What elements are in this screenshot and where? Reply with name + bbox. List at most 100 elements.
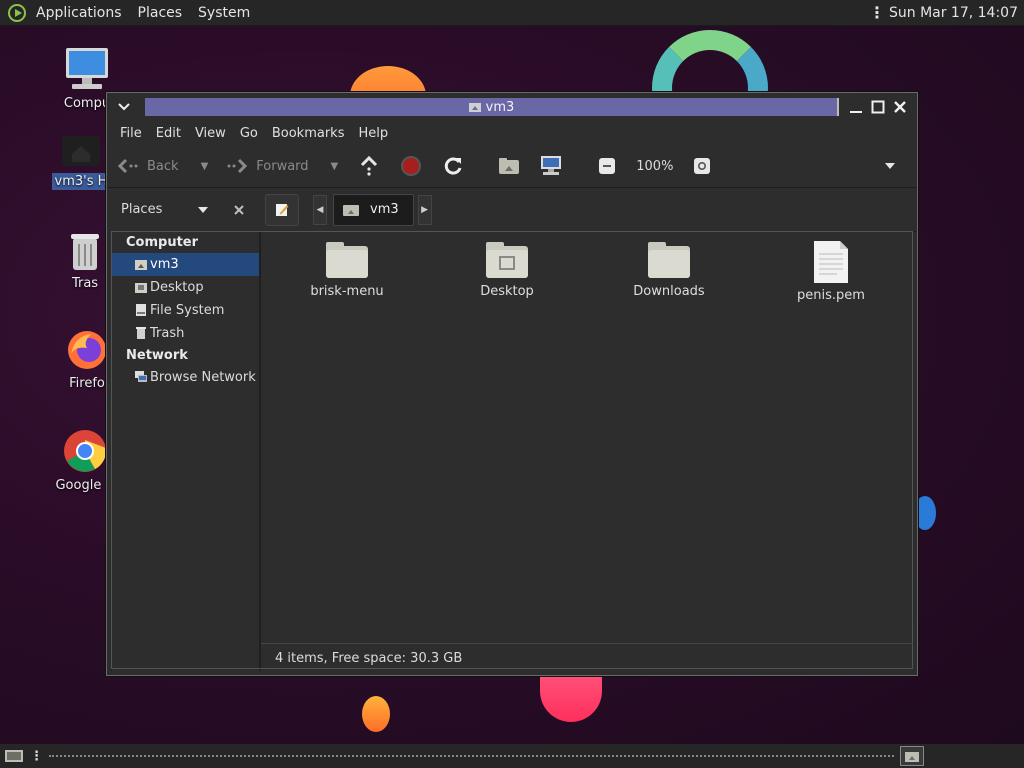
panel-clock[interactable]: Sun Mar 17, 14:07 [889,5,1018,21]
file-item-brisk-menu[interactable]: brisk-menu [277,232,417,299]
zoom-out-button[interactable] [594,153,620,179]
file-item-desktop[interactable]: Desktop [437,232,577,299]
window-menu-button[interactable] [113,96,135,118]
window-titlebar[interactable]: vm3 [107,93,917,121]
sidebar-section-computer: Computer [126,235,199,250]
taskbar-area[interactable] [49,755,894,757]
file-item-downloads[interactable]: Downloads [599,232,739,299]
close-icon[interactable] [233,204,245,216]
location-bar: Places ◀ vm3 ▶ [107,187,917,231]
computer-icon [66,48,108,89]
window-title-area[interactable]: vm3 [145,98,839,116]
file-view[interactable]: brisk-menu Desktop Downloads penis.pem [261,231,917,671]
home-icon [468,103,481,112]
firefox-icon [68,331,106,369]
menu-file[interactable]: File [113,126,149,141]
back-arrow-icon [117,158,138,174]
toolbar-overflow-button[interactable] [877,153,903,179]
reload-icon [445,157,462,175]
toggle-location-entry-button[interactable] [265,193,299,226]
chrome-icon [64,430,107,472]
sidebar-item-vm3[interactable]: vm3 [112,253,259,276]
toolbar: Back ▼ Forward ▼ 100% [107,145,917,187]
zoom-out-icon [599,158,616,174]
zoom-level: 100% [636,158,674,174]
up-arrow-icon [361,155,378,176]
sidebar-item-label: File System [150,302,225,318]
reload-button[interactable] [440,153,466,179]
panel-handle-icon[interactable]: ⋮ [869,3,885,22]
window-title: vm3 [485,99,515,115]
zoom-in-icon [694,158,711,174]
minimize-icon [850,111,862,113]
breadcrumb-scroll-left[interactable]: ◀ [313,194,327,225]
forward-arrow-icon [227,158,248,174]
up-button[interactable] [356,153,382,179]
menubar: File Edit View Go Bookmarks Help [107,121,917,145]
show-desktop-icon[interactable] [4,748,24,764]
back-label: Back [147,158,179,174]
sidebar-item-label: Browse Network [150,369,256,385]
sidebar-item-trash[interactable]: Trash [112,322,259,345]
file-name: penis.pem [797,288,865,303]
taskbar-window-button[interactable] [900,746,924,766]
menu-help[interactable]: Help [351,126,395,141]
chevron-down-icon[interactable] [197,206,209,214]
back-button[interactable]: Back [117,158,179,174]
drive-icon [136,304,146,316]
home-button[interactable] [496,153,522,179]
file-name: Downloads [633,284,705,299]
home-folder-icon [62,136,100,166]
computer-icon [541,156,562,175]
back-history-dropdown[interactable]: ▼ [201,161,209,172]
places-sidebar: Computer vm3 Desktop File System Trash N… [111,231,261,671]
top-panel: Applications Places System ⋮ Sun Mar 17,… [0,0,1024,26]
panel-menu-applications[interactable]: Applications [28,5,130,21]
home-folder-icon [499,158,520,174]
file-manager-window: vm3 File Edit View Go Bookmarks Help Bac… [106,92,918,676]
maximize-icon [871,100,885,114]
folder-icon [326,242,368,278]
sidebar-item-browse-network[interactable]: Browse Network [112,366,259,389]
sidebar-section-network: Network [126,348,188,363]
desktop-icon [135,283,147,293]
wallpaper-shape [540,676,602,722]
maximize-button[interactable] [867,96,889,118]
network-icon [135,371,147,382]
stop-button[interactable] [398,153,424,179]
file-name: Desktop [480,284,534,299]
sidebar-type-label[interactable]: Places [121,202,197,217]
home-folder-icon [905,751,919,762]
breadcrumb-scroll-right[interactable]: ▶ [417,194,432,225]
menu-view[interactable]: View [188,126,233,141]
folder-icon [648,242,690,278]
desktop-icon-label: Compu [63,96,111,111]
file-name: brisk-menu [310,284,384,299]
panel-handle-icon[interactable]: ⋮ [30,749,43,764]
status-text: 4 items, Free space: 30.3 GB [275,651,463,666]
zoom-in-button[interactable] [689,153,715,179]
menu-bookmarks[interactable]: Bookmarks [265,126,352,141]
sidebar-item-label: Desktop [150,279,204,295]
desktop-icon-label: vm3's H [51,173,111,190]
minimize-button[interactable] [845,96,867,118]
sidebar-header: Places [107,188,259,231]
trash-icon [136,327,146,339]
breadcrumb-home[interactable]: vm3 [333,193,414,226]
sidebar-item-file-system[interactable]: File System [112,299,259,322]
panel-menu-system[interactable]: System [190,5,258,21]
desktop-icon-label: Firefo [69,376,105,391]
panel-menu-places[interactable]: Places [130,5,191,21]
forward-button[interactable]: Forward [226,158,309,174]
close-button[interactable] [889,96,911,118]
close-icon [894,101,906,113]
status-bar: 4 items, Free space: 30.3 GB [261,643,913,673]
file-item-penis-pem[interactable]: penis.pem [761,232,901,303]
menu-edit[interactable]: Edit [149,126,188,141]
distro-logo-icon[interactable] [8,3,26,22]
menu-go[interactable]: Go [233,126,265,141]
sidebar-item-desktop[interactable]: Desktop [112,276,259,299]
computer-button[interactable] [538,153,564,179]
forward-history-dropdown[interactable]: ▼ [331,161,339,172]
wallpaper-shape [362,696,390,732]
